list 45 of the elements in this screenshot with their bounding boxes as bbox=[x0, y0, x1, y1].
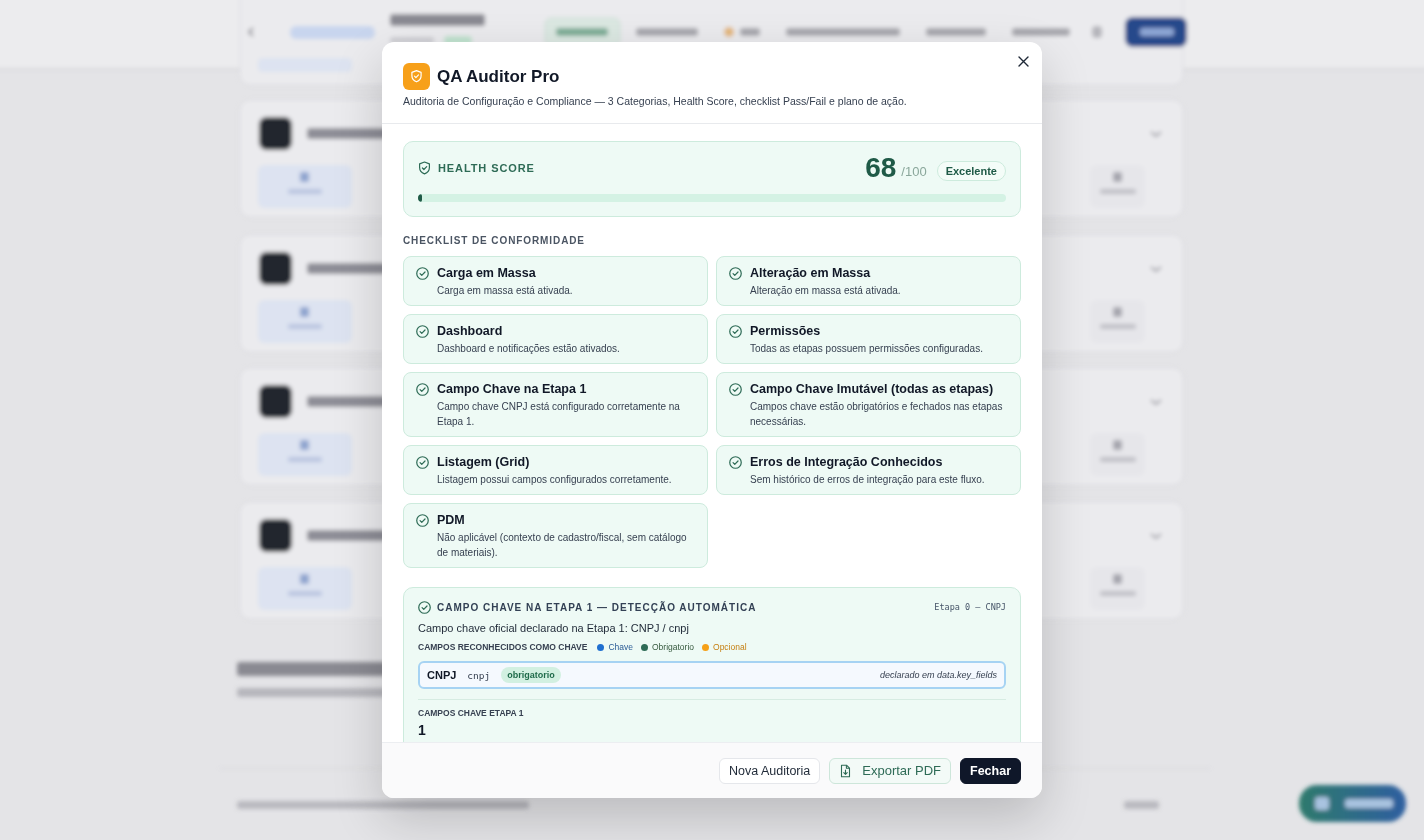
checklist-item-description: Sem histórico de erros de integração para este fluxo. bbox=[750, 473, 985, 487]
legend-title: CAMPOS RECONHECIDOS COMO CHAVE bbox=[418, 642, 588, 652]
detection-summary: Campo chave oficial declarado na Etapa 1: CNPJ / cnpj bbox=[418, 621, 690, 635]
checklist-item-description: Dashboard e notificações estão ativados. bbox=[437, 342, 620, 356]
checklist-item-title: PDM bbox=[437, 512, 466, 528]
stage-label: Etapa 0 — CNPJ bbox=[934, 602, 1006, 612]
new-audit-button[interactable]: Nova Auditoria bbox=[718, 757, 821, 784]
checklist-item-description: Todas as etapas possuem permissões configuradas. bbox=[750, 342, 983, 356]
checklist-item-title: Alteração em Massa bbox=[750, 265, 872, 281]
legend-label: Opcional bbox=[713, 642, 747, 652]
score-max: /100 bbox=[901, 163, 927, 179]
close-button[interactable]: Fechar bbox=[960, 757, 1021, 784]
legend-label: Chave bbox=[608, 642, 633, 652]
checklist-item-description: Campo chave CNPJ está configurado corretamente na Etapa 1. bbox=[437, 400, 681, 429]
checklist-item-description: Listagem possui campos configurados corretamente. bbox=[437, 473, 672, 487]
checklist-item-title: Dashboard bbox=[437, 323, 504, 339]
checklist-item-title: Carga em Massa bbox=[437, 265, 537, 281]
field-source: declarado em data.key_fields bbox=[879, 670, 997, 680]
file-download-icon bbox=[839, 763, 853, 778]
close-icon bbox=[1017, 55, 1029, 67]
section-heading: CHECKLIST DE CONFORMIDADE bbox=[403, 234, 586, 247]
score-value: 68 bbox=[865, 153, 897, 183]
field-code: cnpj bbox=[467, 669, 491, 681]
checklist-item-description: Alteração em massa está ativada. bbox=[750, 284, 901, 298]
detection-title: CAMPO CHAVE NA ETAPA 1 — DETECÇÃO AUTOMÁTICA bbox=[437, 601, 758, 613]
required-badge: obrigatorio bbox=[501, 667, 561, 683]
health-score-label: HEALTH SCORE bbox=[438, 162, 536, 174]
checklist-item-title: Erros de Integração Conhecidos bbox=[750, 454, 944, 470]
checklist-item-description: Campos chave estão obrigatórios e fechados nas etapas necessárias. bbox=[750, 400, 1004, 429]
modal-title: QA Auditor Pro bbox=[437, 66, 560, 87]
checklist-item-description: Não aplicável (contexto de cadastro/fiscal, sem catálogo de materiais). bbox=[437, 531, 688, 560]
shield-check-icon bbox=[418, 161, 431, 175]
field-name: CNPJ bbox=[427, 669, 457, 681]
count-value: 1 bbox=[418, 722, 427, 739]
checklist-item-title: Campo Chave na Etapa 1 bbox=[437, 381, 588, 397]
modal-subtitle: Auditoria de Configuração e Compliance — 3 Categorias, Health Score, checklist Pass/Fail e plano de ação. bbox=[403, 94, 908, 108]
checklist-item-title: Permissões bbox=[750, 323, 822, 339]
checklist-item-title: Campo Chave Imutável (todas as etapas) bbox=[750, 381, 995, 397]
shield-check-icon bbox=[403, 63, 430, 90]
checklist-item-description: Carga em massa está ativada. bbox=[437, 284, 573, 298]
rating-badge: Excelente bbox=[936, 160, 1006, 181]
legend-label: Obrigatorio bbox=[651, 642, 695, 652]
count-label: CAMPOS CHAVE ETAPA 1 bbox=[418, 708, 525, 719]
checklist-item-title: Listagem (Grid) bbox=[437, 454, 531, 470]
export-pdf-button[interactable]: Exportar PDF bbox=[829, 757, 951, 784]
